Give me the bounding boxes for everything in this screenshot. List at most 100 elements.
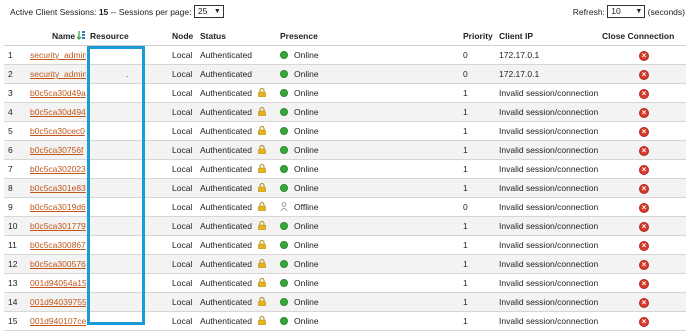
sort-icon[interactable] — [77, 30, 86, 40]
refresh-unit: (seconds) — [647, 7, 685, 17]
node-cell: Local — [168, 178, 196, 198]
resource-cell — [86, 273, 168, 293]
resource-cell — [86, 45, 168, 65]
priority-cell: 0 — [459, 64, 496, 84]
node-cell: Local — [168, 121, 196, 141]
presence-label: Online — [294, 278, 319, 288]
row-index: 4 — [4, 102, 26, 122]
client-ip-cell: Invalid session/connection — [495, 235, 603, 255]
session-name-link[interactable]: security_admin — [30, 69, 86, 79]
lock-icon — [258, 126, 266, 135]
client-ip-cell: Invalid session/connection — [495, 121, 603, 141]
client-ip-cell: 172.17.0.1 — [495, 45, 603, 65]
resource-cell: . — [86, 64, 168, 84]
session-name-link[interactable]: b0c5ca30d494 — [30, 107, 86, 117]
priority-cell: 0 — [459, 197, 496, 217]
table-row: 5 b0c5ca30cec0 Local Authenticated Online 1 In… — [4, 121, 687, 141]
table-row: 14 001d94039755 Local Authenticated Online 1 I… — [4, 292, 687, 312]
presence-label: Online — [294, 88, 319, 98]
priority-cell: 1 — [459, 140, 496, 160]
session-name-link[interactable]: 001d94054a15 — [30, 278, 86, 288]
session-toolbar: Active Client Sessions: 15 -- Sessions p… — [0, 0, 690, 26]
close-connection-icon[interactable]: × — [639, 316, 650, 327]
online-presence-icon — [280, 222, 289, 230]
session-name-link[interactable]: b0c5ca300867 — [30, 240, 86, 250]
session-name-link[interactable]: security_admin — [30, 50, 86, 60]
close-connection-icon[interactable]: × — [639, 278, 650, 289]
sessions-table: Name Resource Node Status Presence Prior… — [4, 26, 687, 331]
close-connection-icon[interactable]: × — [639, 164, 650, 175]
client-ip-cell: Invalid session/connection — [495, 140, 603, 160]
table-row: 2 security_admin. Local Authenticated Online… — [4, 64, 687, 84]
close-connection-icon[interactable]: × — [639, 183, 650, 194]
refresh-select[interactable]: 10 ▼ — [607, 5, 646, 19]
table-row: 11 b0c5ca300867 Local Authenticated Online 1 I… — [4, 235, 687, 255]
online-presence-icon — [280, 70, 289, 78]
session-name-link[interactable]: b0c5ca30cec0 — [30, 126, 86, 136]
presence-label: Online — [294, 126, 319, 136]
presence-label: Online — [294, 297, 319, 307]
row-index: 13 — [4, 273, 26, 293]
status-cell: Authenticated — [196, 235, 258, 255]
presence-label: Online — [294, 259, 319, 269]
lock-icon — [258, 240, 266, 249]
close-connection-icon[interactable]: × — [639, 126, 650, 137]
priority-cell: 1 — [459, 102, 496, 122]
table-row: 9 b0c5ca3019d6 Local Authenticated Offline 0 I… — [4, 197, 687, 217]
status-cell: Authenticated — [196, 292, 258, 312]
close-connection-icon[interactable]: × — [639, 107, 650, 118]
lock-icon — [258, 221, 266, 230]
close-connection-icon[interactable]: × — [639, 221, 650, 232]
header-status: Status — [196, 26, 277, 46]
header-close-connection: Close Connection — [602, 26, 687, 46]
close-connection-icon[interactable]: × — [639, 69, 650, 80]
node-cell: Local — [168, 159, 196, 179]
close-connection-icon[interactable]: × — [639, 202, 650, 213]
session-name-link[interactable]: b0c5ca3019d6 — [30, 202, 86, 212]
session-name-link[interactable]: 001d940107ce — [30, 316, 86, 326]
table-row: 13 001d94054a15 Local Authenticated Online 1 I… — [4, 273, 687, 293]
presence-label: Online — [294, 240, 319, 250]
presence-label: Online — [294, 183, 319, 193]
row-index: 14 — [4, 292, 26, 312]
close-connection-icon[interactable]: × — [639, 50, 650, 61]
session-name-link[interactable]: b0c5ca302023 — [30, 164, 86, 174]
status-cell: Authenticated — [196, 121, 258, 141]
lock-icon — [258, 316, 266, 325]
presence-label: Online — [294, 316, 319, 326]
header-client-ip: Client IP — [495, 26, 603, 46]
header-name[interactable]: Name — [26, 26, 86, 46]
sessions-label: Active Client Sessions: — [10, 7, 97, 17]
header-presence: Presence — [276, 26, 460, 46]
session-name-link[interactable]: b0c5ca301779 — [30, 221, 86, 231]
close-connection-icon[interactable]: × — [639, 145, 650, 156]
session-name-link[interactable]: b0c5ca300576 — [30, 259, 86, 269]
close-connection-icon[interactable]: × — [639, 259, 650, 270]
client-ip-cell: Invalid session/connection — [495, 102, 603, 122]
session-name-link[interactable]: b0c5ca301e83 — [30, 183, 86, 193]
presence-cell: Online — [276, 216, 460, 236]
session-name-link[interactable]: 001d94039755 — [30, 297, 86, 307]
close-connection-icon[interactable]: × — [639, 240, 650, 251]
status-cell: Authenticated — [196, 83, 258, 103]
per-page-select[interactable]: 25 ▼ — [193, 5, 224, 19]
session-name-link[interactable]: b0c5ca30756f — [30, 145, 86, 155]
node-cell: Local — [168, 235, 196, 255]
lock-icon — [258, 164, 266, 173]
resource-cell — [86, 254, 168, 274]
session-name-link[interactable]: b0c5ca30d49a — [30, 88, 86, 98]
node-cell: Local — [168, 216, 196, 236]
online-presence-icon — [280, 279, 289, 287]
row-index: 3 — [4, 83, 26, 103]
table-row: 4 b0c5ca30d494 Local Authenticated Online 1 In… — [4, 102, 687, 122]
table-row: 8 b0c5ca301e83 Local Authenticated Online 1 In… — [4, 178, 687, 198]
status-cell: Authenticated — [196, 178, 258, 198]
resource-cell — [86, 83, 168, 103]
table-row: 6 b0c5ca30756f Local Authenticated Online 1 In… — [4, 140, 687, 160]
status-cell: Authenticated — [196, 273, 258, 293]
close-connection-icon[interactable]: × — [639, 88, 650, 99]
client-ip-cell: Invalid session/connection — [495, 216, 603, 236]
close-connection-icon[interactable]: × — [639, 297, 650, 308]
resource-cell — [86, 159, 168, 179]
row-index: 12 — [4, 254, 26, 274]
